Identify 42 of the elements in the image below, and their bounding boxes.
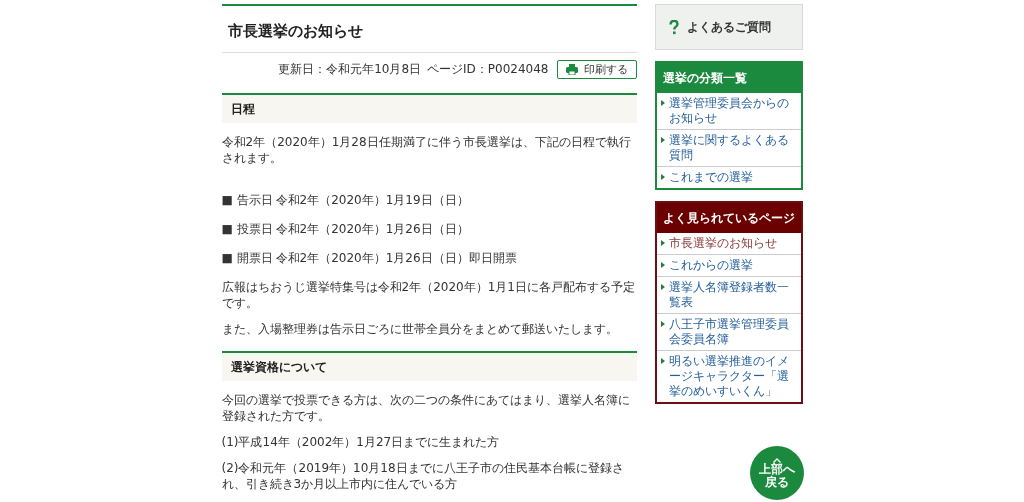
schedule-label: ■ 投票日 (221, 221, 274, 237)
page-title: 市長選挙のお知らせ (221, 6, 637, 53)
menu-link[interactable]: 市長選挙のお知らせ (656, 233, 801, 254)
schedule-date: 令和2年（2020年）1月19日（日） (275, 192, 469, 208)
paragraph: (1)平成14年（2002年）1月27日までに生まれた方 (221, 434, 501, 450)
page-id: ページID：P0024048 (427, 60, 549, 78)
triangle-icon (660, 100, 665, 106)
menu-link[interactable]: これからの選挙 (656, 254, 801, 276)
chevron-up-icon (773, 457, 781, 463)
paragraph: 今回の選挙で投票できる方は、次の二つの条件にあてはまり、選挙人名簿に登録された方です。 (221, 392, 631, 424)
triangle-icon (660, 321, 665, 327)
triangle-icon (660, 240, 665, 246)
section-heading: 選挙資格について (221, 351, 637, 381)
print-button[interactable]: 印刷する (556, 59, 637, 79)
menu-link[interactable]: 選挙に関するよくある質問 (656, 129, 801, 166)
triangle-icon (660, 137, 665, 143)
paragraph: (2)令和元年（2019年）10月18日までに八王子市の住民基本台帳に登録され、引き続き3か月以上市内に住んでいる方 (221, 460, 625, 492)
back-to-top-button[interactable]: 上部へ戻る (750, 446, 804, 500)
printer-icon (565, 63, 578, 75)
menu-link[interactable]: これまでの選挙 (656, 166, 801, 188)
menu-title: よく見られているページ (656, 203, 801, 233)
updated-date: 更新日：令和元年10月8日 (278, 60, 422, 78)
triangle-icon (660, 262, 665, 268)
menu-link[interactable]: 選挙人名簿登録者数一覧表 (656, 276, 801, 313)
menu-link[interactable]: 選挙管理委員会からのお知らせ (656, 93, 801, 129)
faq-link[interactable]: よくあるご質問 (654, 4, 803, 50)
menu-title: 選挙の分類一覧 (656, 63, 801, 93)
triangle-icon (660, 284, 665, 290)
schedule-label: ■ 開票日 (221, 250, 274, 266)
paragraph: 広報はちおうじ選挙特集号は令和2年（2020年）1月1日に各戸配布する予定です。 (221, 279, 636, 311)
menu-link[interactable]: 八王子市選挙管理委員会委員名簿 (656, 313, 801, 350)
faq-label: よくあるご質問 (686, 18, 771, 36)
triangle-icon (660, 174, 665, 180)
schedule-date: 令和2年（2020年）1月26日（日）即日開票 (275, 250, 517, 266)
schedule-date: 令和2年（2020年）1月26日（日） (275, 221, 469, 237)
schedule-label: ■ 告示日 (221, 192, 274, 208)
paragraph: 令和2年（2020年）1月28日任期満了に伴う市長選挙は、下記の日程で執行されます。 (221, 134, 632, 166)
menu-link[interactable]: 明るい選挙推進のイメージキャラクター「選挙のめいすいくん」 (656, 350, 801, 402)
triangle-icon (660, 358, 665, 364)
paragraph: また、入場整理券は告示日ごろに世帯全員分をまとめて郵送いたします。 (221, 321, 619, 337)
section-heading: 日程 (221, 93, 637, 123)
question-icon (668, 19, 679, 35)
